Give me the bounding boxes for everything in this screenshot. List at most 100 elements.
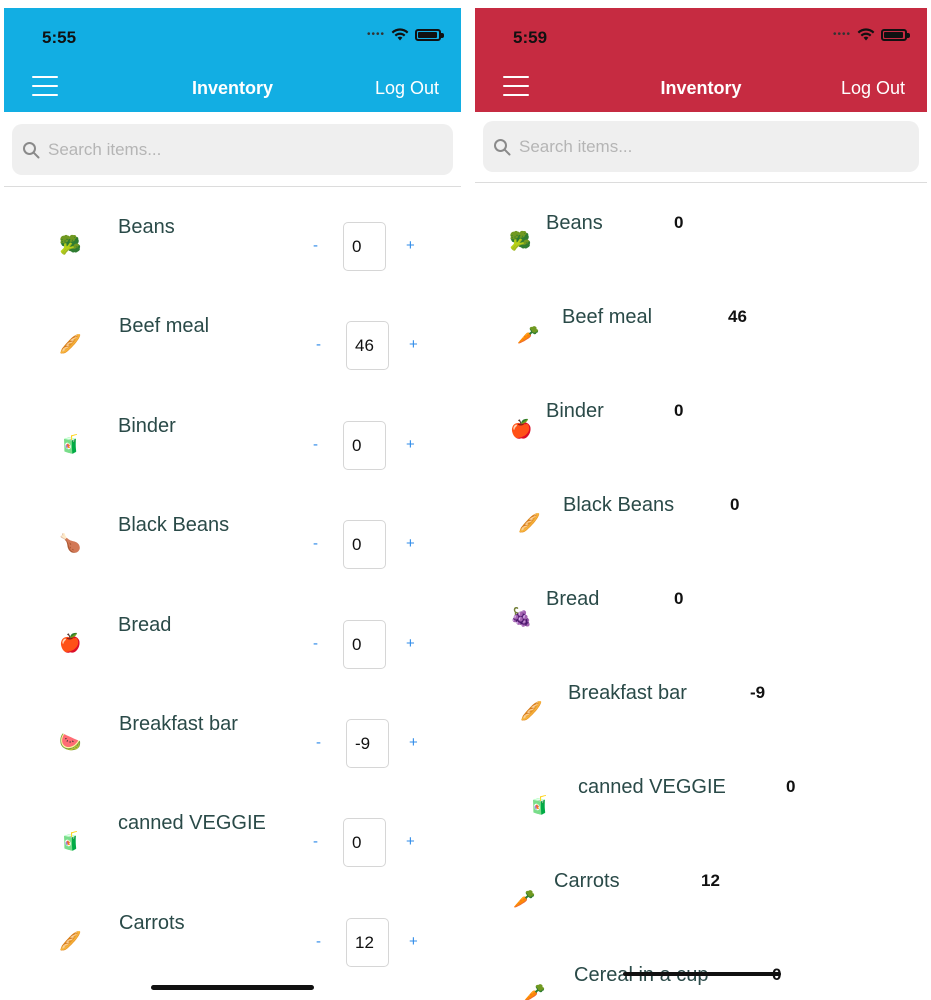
item-name: Beans <box>118 216 175 238</box>
list-item[interactable]: 🥖 Carrots - 12 + <box>4 894 461 993</box>
list-item[interactable]: 🥕 Carrots 12 <box>475 852 927 946</box>
quantity-input[interactable]: 0 <box>343 619 386 669</box>
search-icon <box>494 138 511 155</box>
battery-icon <box>415 28 444 41</box>
logout-button[interactable]: Log Out <box>841 78 905 99</box>
decrement-button[interactable]: - <box>313 436 318 453</box>
increment-button[interactable]: + <box>409 933 418 950</box>
quantity-value: 0 <box>674 401 684 420</box>
item-name: Beef meal <box>119 315 210 338</box>
quantity-value: 46 <box>728 307 747 326</box>
battery-icon <box>881 28 910 41</box>
status-icons: •••• <box>832 28 910 41</box>
decrement-button[interactable]: - <box>313 635 318 652</box>
bread-icon: 🥖 <box>518 513 541 533</box>
increment-button[interactable]: + <box>409 336 418 353</box>
juice-box-icon: 🧃 <box>59 831 82 852</box>
item-name: canned VEGGIE <box>118 812 266 835</box>
watermelon-icon: 🍉 <box>59 731 82 752</box>
list-item[interactable]: 🍉 Breakfast bar - -9 + <box>4 695 461 794</box>
quantity-input[interactable]: 12 <box>346 917 389 967</box>
decrement-button[interactable]: - <box>316 933 321 950</box>
search-bar[interactable] <box>483 121 919 172</box>
list-item[interactable]: 🧃 canned VEGGIE 0 <box>475 758 927 852</box>
status-icons: •••• <box>367 28 444 41</box>
list-item[interactable]: 🍎 Bread - 0 + <box>4 596 461 695</box>
home-indicator <box>623 972 781 976</box>
item-name: Black Beans <box>118 514 230 537</box>
search-input[interactable] <box>48 139 415 160</box>
item-name: Beef meal <box>562 306 653 328</box>
status-time: 5:55 <box>42 28 77 47</box>
quantity-input[interactable]: 46 <box>346 321 389 371</box>
apple-icon: 🍎 <box>59 632 82 653</box>
quantity-value: 0 <box>730 495 740 514</box>
list-item[interactable]: 🧃 canned VEGGIE - 0 + <box>4 794 461 893</box>
list-item[interactable]: 🥕 Beef meal 46 <box>475 288 927 382</box>
quantity-input[interactable]: -9 <box>346 718 389 768</box>
list-item[interactable]: 🍇 Bread 0 <box>475 570 927 664</box>
quantity-input[interactable]: 0 <box>343 520 386 570</box>
left-phone-screen: 5:55 •••• Inventory Log Out 🥦 Beans - 0 + 🥖 Be… <box>4 8 461 1000</box>
inventory-list: 🥦 Beans 0 🥕 Beef meal 46 🍎 Binder 0 🥖 Black Beans 0… <box>475 194 927 1000</box>
item-name: Breakfast bar <box>568 682 687 704</box>
list-item[interactable]: 🍗 Black Beans - 0 + <box>4 496 461 595</box>
poultry-leg-icon: 🍗 <box>59 533 82 554</box>
search-bar[interactable] <box>12 124 453 175</box>
increment-button[interactable]: + <box>406 237 415 254</box>
quantity-value: 12 <box>701 871 720 890</box>
quantity-value: 0 <box>674 589 684 608</box>
apple-icon: 🍎 <box>510 419 533 439</box>
item-name: Bread <box>118 613 172 636</box>
decrement-button[interactable]: - <box>313 535 318 552</box>
item-name: canned VEGGIE <box>578 776 726 798</box>
increment-button[interactable]: + <box>406 635 415 652</box>
list-item[interactable]: 🍎 Binder 0 <box>475 382 927 476</box>
list-item[interactable]: 🥖 Black Beans 0 <box>475 476 927 570</box>
decrement-button[interactable]: - <box>313 833 318 850</box>
header-bar: 5:59 •••• Inventory Log Out <box>475 8 927 112</box>
increment-button[interactable]: + <box>406 436 415 453</box>
item-name: Breakfast bar <box>119 712 238 735</box>
quantity-value: 0 <box>674 213 684 232</box>
logout-button[interactable]: Log Out <box>375 78 439 99</box>
quantity-input[interactable]: 0 <box>343 222 386 271</box>
item-name: Carrots <box>554 870 620 892</box>
broccoli-icon: 🥦 <box>59 235 82 255</box>
quantity-input[interactable]: 0 <box>343 818 386 868</box>
header-bar: 5:55 •••• Inventory Log Out <box>4 8 461 112</box>
quantity-input[interactable]: 0 <box>343 420 386 470</box>
carrot-icon: 🥕 <box>523 983 546 1000</box>
grapes-icon: 🍇 <box>510 607 533 627</box>
list-item[interactable]: 🧃 Binder - 0 + <box>4 397 461 496</box>
bread-icon: 🥖 <box>59 930 82 951</box>
signal-icon: •••• <box>832 28 851 40</box>
item-name: Carrots <box>119 911 185 934</box>
quantity-value: 0 <box>786 777 796 796</box>
home-indicator <box>151 985 314 990</box>
bread-icon: 🥖 <box>520 701 543 721</box>
quantity-value: -9 <box>750 683 766 702</box>
juice-box-icon: 🧃 <box>528 795 551 815</box>
broccoli-icon: 🥦 <box>509 231 532 251</box>
list-item[interactable]: 🥦 Beans - 0 + <box>4 198 461 297</box>
list-item[interactable]: 🥦 Beans 0 <box>475 194 927 288</box>
item-name: Binder <box>118 414 176 437</box>
decrement-button[interactable]: - <box>316 734 321 751</box>
item-name: Beans <box>546 212 603 234</box>
decrement-button[interactable]: - <box>316 336 321 353</box>
decrement-button[interactable]: - <box>313 237 318 254</box>
increment-button[interactable]: + <box>409 734 418 751</box>
increment-button[interactable]: + <box>406 535 415 552</box>
search-input[interactable] <box>519 136 882 157</box>
list-item[interactable]: 🥖 Beef meal - 46 + <box>4 297 461 396</box>
inventory-list: 🥦 Beans - 0 + 🥖 Beef meal - 46 + 🧃 Binder - 0 + 🍗 Black … <box>4 198 461 993</box>
carrot-icon: 🥕 <box>513 889 536 909</box>
carrot-icon: 🥕 <box>517 325 540 345</box>
wifi-icon <box>857 28 875 41</box>
search-icon <box>23 141 40 158</box>
right-phone-screen: 5:59 •••• Inventory Log Out 🥦 Beans 0 🥕 Beef… <box>475 8 927 1000</box>
item-name: Black Beans <box>563 494 675 516</box>
increment-button[interactable]: + <box>406 833 415 850</box>
list-item[interactable]: 🥖 Breakfast bar -9 <box>475 664 927 758</box>
